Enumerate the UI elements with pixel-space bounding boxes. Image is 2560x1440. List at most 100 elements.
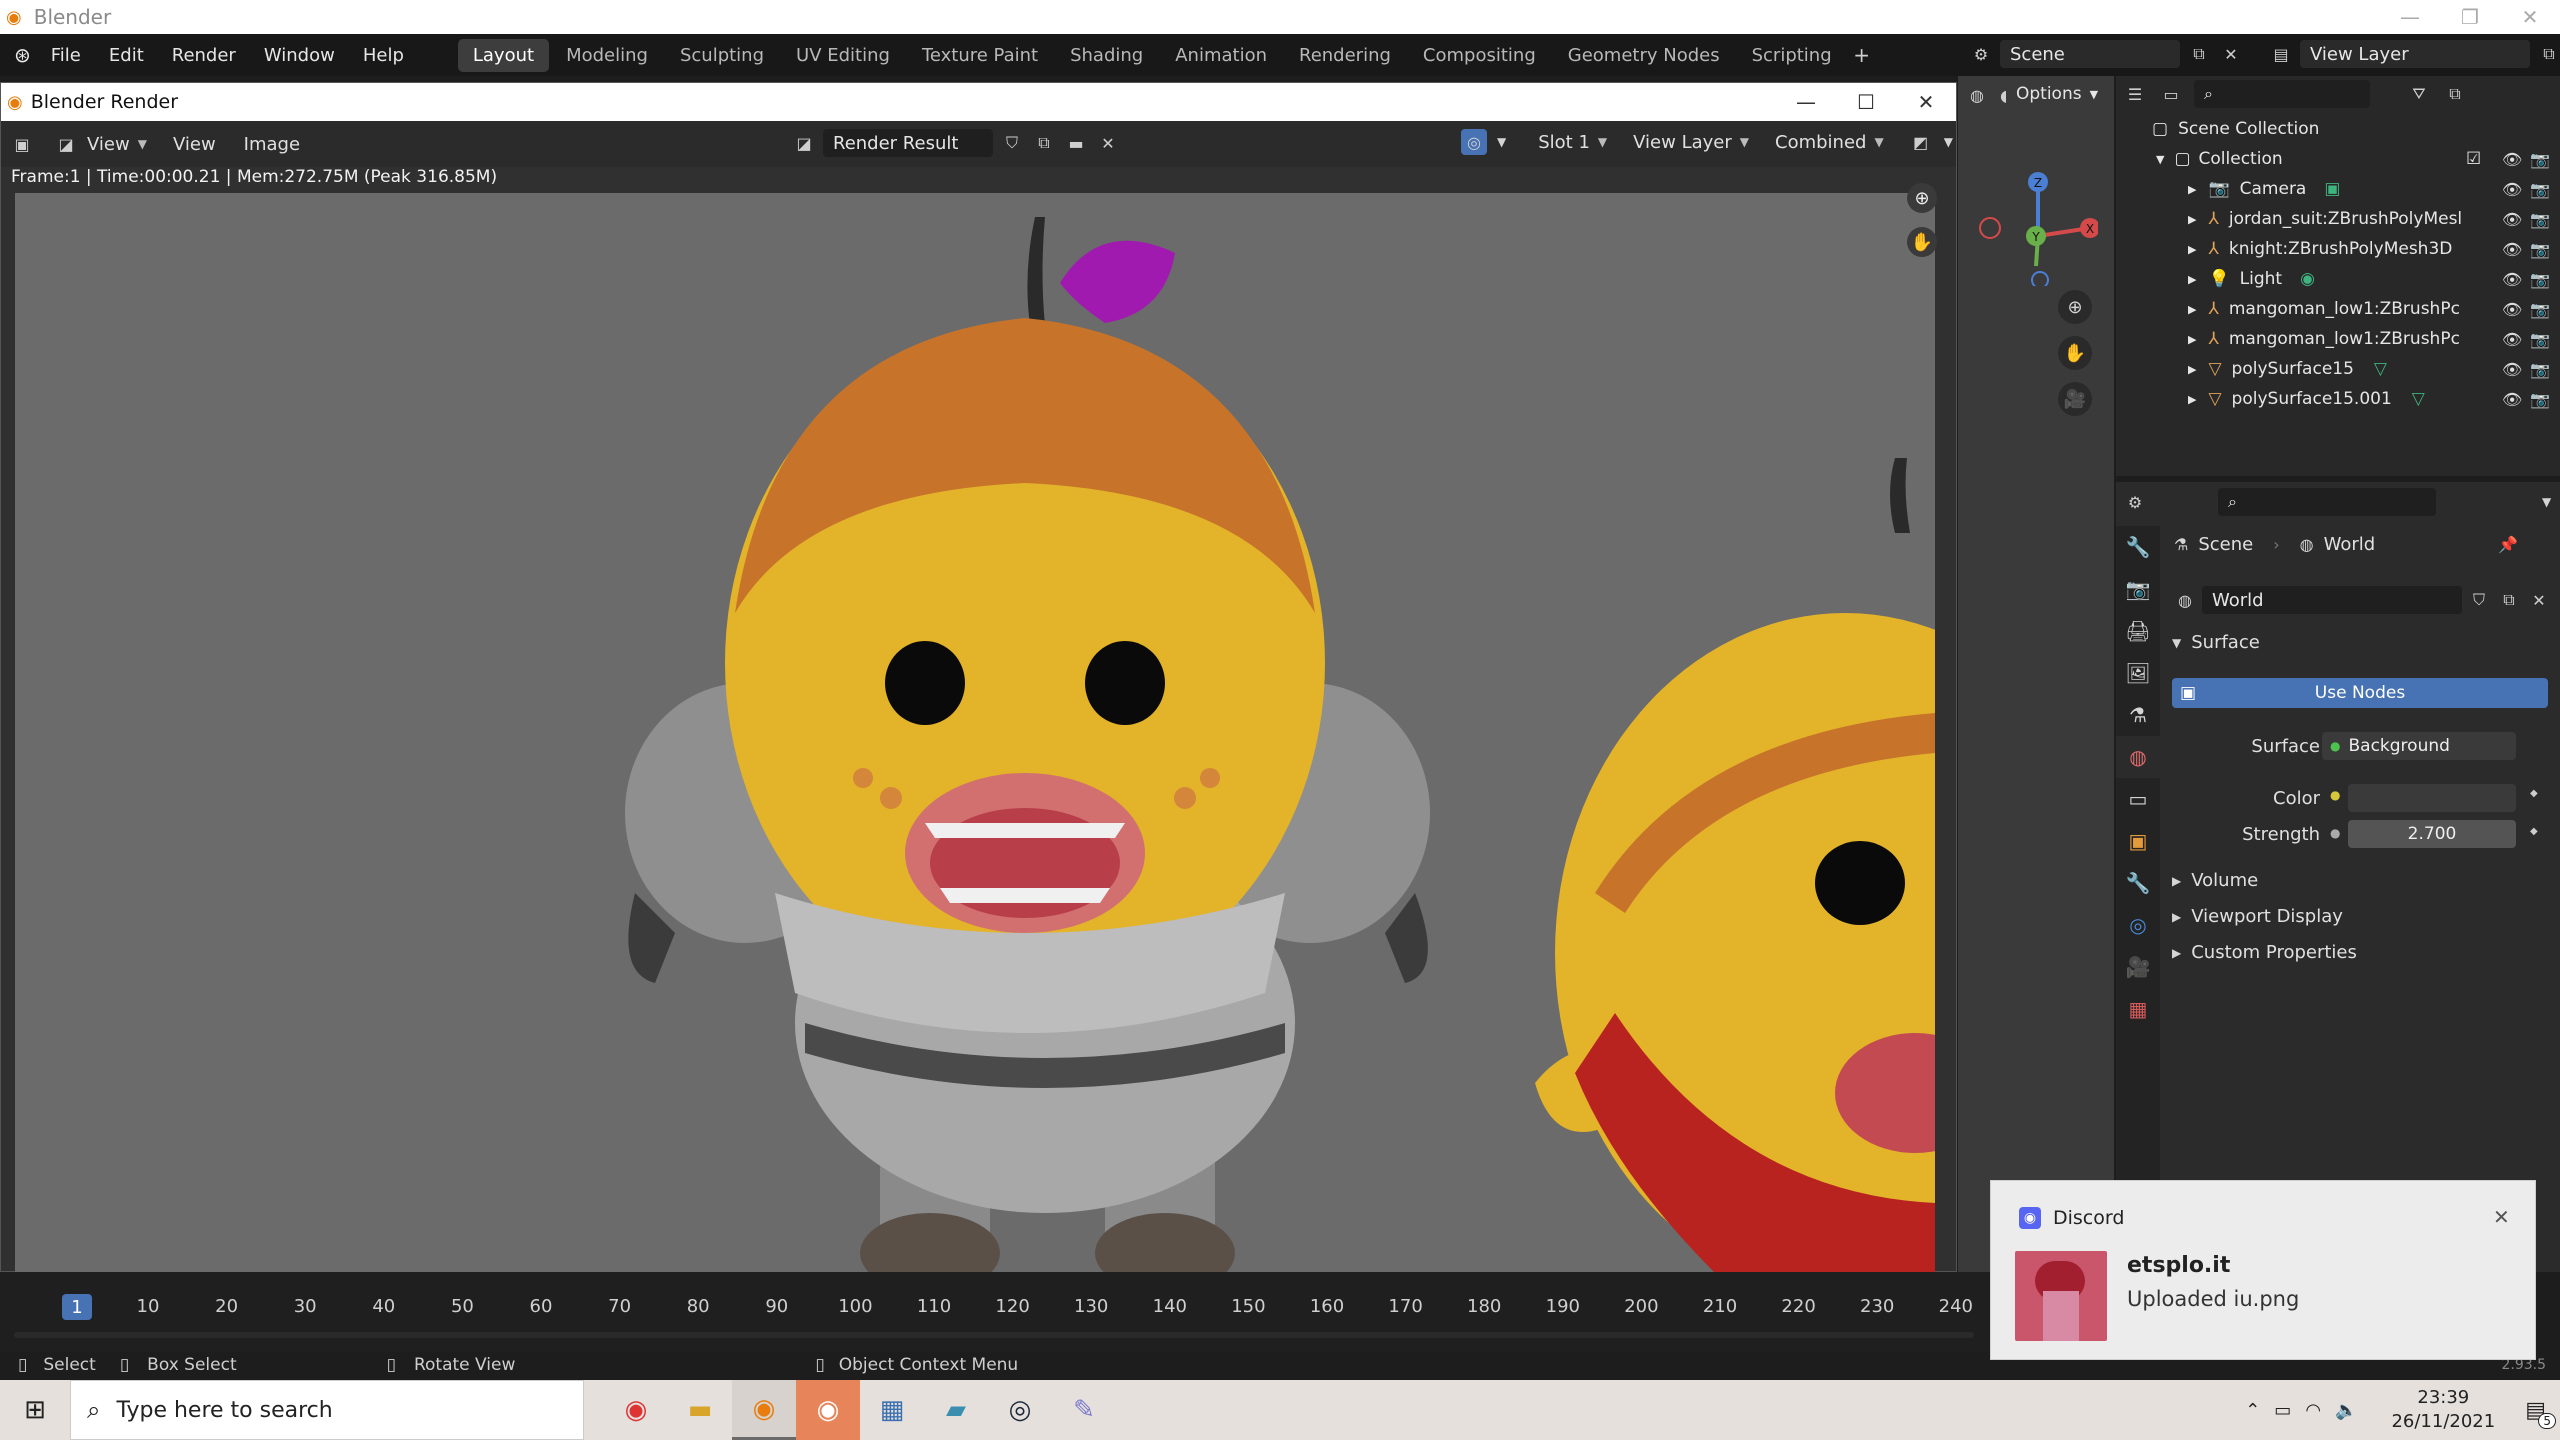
keyframe-dot-icon[interactable]: ◆ xyxy=(2530,826,2538,837)
eye-icon[interactable]: 👁 xyxy=(2502,330,2522,349)
wifi-icon[interactable]: ◠ xyxy=(2305,1400,2321,1421)
chevron-up-icon[interactable]: ⌃ xyxy=(2245,1400,2260,1421)
open-image-icon[interactable]: ▬ xyxy=(1063,130,1089,156)
properties-search-input[interactable]: ⌕ xyxy=(2218,488,2436,516)
discord-notification[interactable]: ◉ Discord ✕ etsplo.it Uploaded iu.png xyxy=(1990,1180,2536,1360)
expand-icon[interactable]: ▶ xyxy=(2188,333,2196,346)
chevron-down-icon[interactable]: ▼ xyxy=(1497,135,1506,149)
outliner-collection[interactable]: ▼ ▢ Collection ☑ 👁 📷 xyxy=(2116,144,2560,174)
expand-icon[interactable]: ▶ xyxy=(2188,303,2196,316)
display-mode-icon[interactable]: ▭ xyxy=(2158,81,2184,107)
clock[interactable]: 23:39 26/11/2021 xyxy=(2391,1386,2495,1434)
calculator-icon[interactable]: ▦ xyxy=(860,1380,924,1440)
tab-animation[interactable]: Animation xyxy=(1160,39,1282,72)
blender-menu-icon[interactable]: ⊛ xyxy=(14,43,31,67)
new-view-layer-icon[interactable]: ⧉ xyxy=(2536,41,2560,67)
render-camera-icon[interactable]: 📷 xyxy=(2530,240,2550,259)
custom-properties-panel-header[interactable]: ▶ Custom Properties xyxy=(2172,942,2357,963)
new-world-icon[interactable]: ⧉ xyxy=(2496,587,2522,613)
current-frame-marker[interactable]: 1 xyxy=(62,1294,92,1320)
world-browse-icon[interactable]: ◍ xyxy=(2172,587,2198,613)
steam-icon[interactable]: ◎ xyxy=(988,1380,1052,1440)
zoom-icon[interactable]: ⊕ xyxy=(1907,183,1937,213)
pin-icon[interactable]: 📌 xyxy=(2498,535,2518,554)
eye-icon[interactable]: 👁 xyxy=(2502,360,2522,379)
viewport-pan-icon[interactable]: ✋ xyxy=(2058,336,2092,370)
tab-sculpting[interactable]: Sculpting xyxy=(665,39,779,72)
taskbar-search[interactable]: ⌕ Type here to search xyxy=(70,1380,584,1440)
menu-help[interactable]: Help xyxy=(349,45,418,66)
3d-viewport[interactable]: ◍ ● ◐ ◑ ▼ Z X Y ⊕ ✋ 🎥 xyxy=(1958,76,2114,1272)
tab-rendering[interactable]: Rendering xyxy=(1284,39,1406,72)
scene-icon[interactable]: ⚙ xyxy=(1968,41,1994,67)
timeline[interactable]: 1 10 20 30 40 50 60 70 80 90 100 110 120 130 140 150 16… xyxy=(0,1272,1990,1354)
tab-texture-paint[interactable]: Texture Paint xyxy=(907,39,1053,72)
viewport-zoom-icon[interactable]: ⊕ xyxy=(2058,290,2092,324)
color-swatch[interactable] xyxy=(2348,784,2516,812)
pass-dropdown[interactable]: Combined ▼ xyxy=(1767,132,1892,153)
menu-window[interactable]: Window xyxy=(250,45,349,66)
battery-icon[interactable]: ▭ xyxy=(2274,1400,2291,1421)
volume-panel-header[interactable]: ▶ Volume xyxy=(2172,870,2258,891)
render-close-button[interactable]: ✕ xyxy=(1896,85,1956,119)
outliner-item-polysurface15[interactable]: ▶ ▽ polySurface15 ▽ 👁 📷 xyxy=(2116,354,2560,384)
blender-taskbar-icon[interactable]: ◉ xyxy=(732,1380,796,1440)
expand-icon[interactable]: ▶ xyxy=(2188,273,2196,286)
tab-uv-editing[interactable]: UV Editing xyxy=(781,39,905,72)
discord-taskbar-icon[interactable]: ◉ xyxy=(796,1380,860,1440)
filter-icon[interactable]: ⛛ xyxy=(2406,81,2432,107)
view-layer-tab-icon[interactable]: 🖼 xyxy=(2116,652,2160,694)
volume-icon[interactable]: 🔈 xyxy=(2335,1400,2357,1421)
tab-compositing[interactable]: Compositing xyxy=(1408,39,1551,72)
notepad-icon[interactable]: ▰ xyxy=(924,1380,988,1440)
menu-render[interactable]: Render xyxy=(158,45,250,66)
options-dropdown[interactable]: Options ▼ xyxy=(2006,80,2108,108)
render-minimize-button[interactable]: — xyxy=(1776,85,1836,119)
menu-edit[interactable]: Edit xyxy=(95,45,158,66)
collection-tab-icon[interactable]: ▭ xyxy=(2116,778,2160,820)
use-nodes-button[interactable]: ▣ Use Nodes xyxy=(2172,678,2548,708)
remove-scene-icon[interactable]: ✕ xyxy=(2218,41,2244,67)
render-camera-icon[interactable]: 📷 xyxy=(2530,390,2550,409)
image-browse-icon[interactable]: ◪ xyxy=(791,130,817,156)
outliner-item-camera[interactable]: ▶ 📷 Camera ▣ 👁 📷 xyxy=(2116,174,2560,204)
menu-view-2[interactable]: View xyxy=(173,134,216,155)
camera-view-icon[interactable]: 🎥 xyxy=(2058,382,2092,416)
toast-close-icon[interactable]: ✕ xyxy=(2493,1205,2510,1229)
expand-icon[interactable]: ▼ xyxy=(2156,153,2164,166)
menu-view[interactable]: View ▼ xyxy=(79,134,155,155)
slot-dropdown[interactable]: Slot 1 ▼ xyxy=(1530,132,1615,153)
expand-icon[interactable]: ▶ xyxy=(2188,363,2196,376)
paint-icon[interactable]: ✎ xyxy=(1052,1380,1116,1440)
overlay-icon[interactable]: ◎ xyxy=(1461,129,1487,155)
render-camera-icon[interactable]: 📷 xyxy=(2530,210,2550,229)
properties-editor-icon[interactable]: ⚙ xyxy=(2122,489,2148,515)
unlink-image-icon[interactable]: ✕ xyxy=(1095,130,1121,156)
outliner-item-mangoman-2[interactable]: ▶ ⅄ mangoman_low1:ZBrushPc 👁 📷 xyxy=(2116,324,2560,354)
eye-icon[interactable]: 👁 xyxy=(2502,180,2522,199)
render-result-image[interactable] xyxy=(15,193,1935,1273)
modifier-tab-icon[interactable]: 🔧 xyxy=(2116,862,2160,904)
menu-image[interactable]: Image xyxy=(244,134,300,155)
surface-shader-field[interactable]: ● Background xyxy=(2322,732,2516,760)
strength-field[interactable]: 2.700 xyxy=(2348,820,2516,848)
outliner-item-mangoman-1[interactable]: ▶ ⅄ mangoman_low1:ZBrushPc 👁 📷 xyxy=(2116,294,2560,324)
tab-shading[interactable]: Shading xyxy=(1055,39,1158,72)
chrome-icon[interactable]: ◉ xyxy=(604,1380,668,1440)
file-explorer-icon[interactable]: ▬ xyxy=(668,1380,732,1440)
tool-tab-icon[interactable]: 🔧 xyxy=(2116,526,2160,568)
texture-tab-icon[interactable]: ▦ xyxy=(2116,988,2160,1030)
expand-icon[interactable]: ▶ xyxy=(2188,243,2196,256)
tab-geometry-nodes[interactable]: Geometry Nodes xyxy=(1553,39,1735,72)
chevron-down-icon[interactable]: ▼ xyxy=(2542,495,2551,509)
eye-icon[interactable]: 👁 xyxy=(2502,240,2522,259)
object-data-tab-icon[interactable]: 🎥 xyxy=(2116,946,2160,988)
render-camera-icon[interactable]: 📷 xyxy=(2530,150,2550,169)
render-tab-icon[interactable]: 📷 xyxy=(2116,568,2160,610)
wireframe-shading-icon[interactable]: ◍ xyxy=(1964,82,1990,108)
view-layer-icon[interactable]: ▤ xyxy=(2268,41,2294,67)
keyframe-dot-icon[interactable]: ◆ xyxy=(2530,788,2538,799)
render-camera-icon[interactable]: 📷 xyxy=(2530,270,2550,289)
outliner-item-polysurface15-001[interactable]: ▶ ▽ polySurface15.001 ▽ 👁 📷 xyxy=(2116,384,2560,414)
render-camera-icon[interactable]: 📷 xyxy=(2530,300,2550,319)
